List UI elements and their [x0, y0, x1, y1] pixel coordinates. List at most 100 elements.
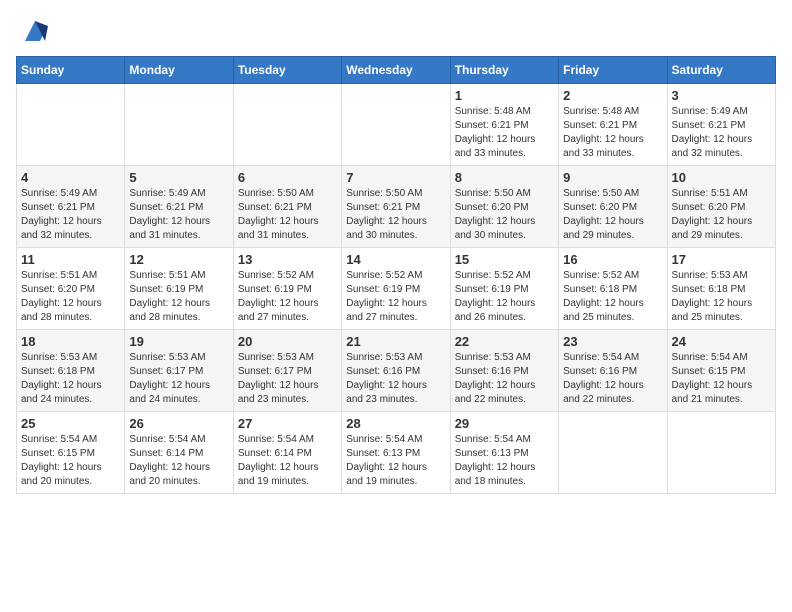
day-cell: 10 Sunrise: 5:51 AMSunset: 6:20 PMDayligh… — [667, 166, 775, 248]
day-cell: 2 Sunrise: 5:48 AMSunset: 6:21 PMDaylight… — [559, 84, 667, 166]
day-number: 7 — [346, 170, 445, 185]
day-number: 1 — [455, 88, 554, 103]
week-row-4: 25 Sunrise: 5:54 AMSunset: 6:15 PMDayligh… — [17, 412, 776, 494]
day-info: Sunrise: 5:50 AMSunset: 6:20 PMDaylight:… — [563, 187, 662, 243]
day-info: Sunrise: 5:49 AMSunset: 6:21 PMDaylight:… — [21, 187, 120, 243]
day-cell: 21 Sunrise: 5:53 AMSunset: 6:16 PMDayligh… — [342, 330, 450, 412]
day-cell: 3 Sunrise: 5:49 AMSunset: 6:21 PMDaylight… — [667, 84, 775, 166]
day-info: Sunrise: 5:49 AMSunset: 6:21 PMDaylight:… — [672, 105, 771, 161]
day-number: 11 — [21, 252, 120, 267]
day-cell: 23 Sunrise: 5:54 AMSunset: 6:16 PMDayligh… — [559, 330, 667, 412]
week-row-1: 4 Sunrise: 5:49 AMSunset: 6:21 PMDaylight… — [17, 166, 776, 248]
day-number: 27 — [238, 416, 337, 431]
day-cell — [125, 84, 233, 166]
day-number: 15 — [455, 252, 554, 267]
day-info: Sunrise: 5:54 AMSunset: 6:15 PMDaylight:… — [21, 433, 120, 489]
day-cell: 29 Sunrise: 5:54 AMSunset: 6:13 PMDayligh… — [450, 412, 558, 494]
header-cell-thursday: Thursday — [450, 57, 558, 84]
day-number: 26 — [129, 416, 228, 431]
day-cell: 25 Sunrise: 5:54 AMSunset: 6:15 PMDayligh… — [17, 412, 125, 494]
day-info: Sunrise: 5:52 AMSunset: 6:19 PMDaylight:… — [346, 269, 445, 325]
week-row-3: 18 Sunrise: 5:53 AMSunset: 6:18 PMDayligh… — [17, 330, 776, 412]
day-cell — [559, 412, 667, 494]
header-cell-monday: Monday — [125, 57, 233, 84]
day-cell: 24 Sunrise: 5:54 AMSunset: 6:15 PMDayligh… — [667, 330, 775, 412]
day-cell — [17, 84, 125, 166]
day-info: Sunrise: 5:51 AMSunset: 6:20 PMDaylight:… — [21, 269, 120, 325]
header — [16, 16, 776, 46]
day-number: 14 — [346, 252, 445, 267]
day-info: Sunrise: 5:51 AMSunset: 6:20 PMDaylight:… — [672, 187, 771, 243]
day-number: 23 — [563, 334, 662, 349]
day-info: Sunrise: 5:53 AMSunset: 6:18 PMDaylight:… — [21, 351, 120, 407]
day-cell: 11 Sunrise: 5:51 AMSunset: 6:20 PMDayligh… — [17, 248, 125, 330]
day-cell: 15 Sunrise: 5:52 AMSunset: 6:19 PMDayligh… — [450, 248, 558, 330]
day-info: Sunrise: 5:52 AMSunset: 6:19 PMDaylight:… — [238, 269, 337, 325]
day-number: 8 — [455, 170, 554, 185]
day-info: Sunrise: 5:51 AMSunset: 6:19 PMDaylight:… — [129, 269, 228, 325]
day-info: Sunrise: 5:53 AMSunset: 6:17 PMDaylight:… — [129, 351, 228, 407]
day-info: Sunrise: 5:54 AMSunset: 6:14 PMDaylight:… — [129, 433, 228, 489]
day-info: Sunrise: 5:48 AMSunset: 6:21 PMDaylight:… — [455, 105, 554, 161]
day-info: Sunrise: 5:54 AMSunset: 6:16 PMDaylight:… — [563, 351, 662, 407]
day-info: Sunrise: 5:54 AMSunset: 6:15 PMDaylight:… — [672, 351, 771, 407]
day-number: 25 — [21, 416, 120, 431]
day-number: 18 — [21, 334, 120, 349]
logo — [16, 16, 50, 46]
day-cell: 27 Sunrise: 5:54 AMSunset: 6:14 PMDayligh… — [233, 412, 341, 494]
day-info: Sunrise: 5:50 AMSunset: 6:21 PMDaylight:… — [238, 187, 337, 243]
day-info: Sunrise: 5:53 AMSunset: 6:16 PMDaylight:… — [346, 351, 445, 407]
header-row: SundayMondayTuesdayWednesdayThursdayFrid… — [17, 57, 776, 84]
day-number: 10 — [672, 170, 771, 185]
day-cell — [342, 84, 450, 166]
day-cell: 5Sunrise: 5:49 AMSunset: 6:21 PMDaylight… — [125, 166, 233, 248]
day-cell: 9Sunrise: 5:50 AMSunset: 6:20 PMDaylight… — [559, 166, 667, 248]
day-info: Sunrise: 5:50 AMSunset: 6:21 PMDaylight:… — [346, 187, 445, 243]
day-cell: 22Sunrise: 5:53 AMSunset: 6:16 PMDayligh… — [450, 330, 558, 412]
day-number: 22 — [455, 334, 554, 349]
week-row-2: 11 Sunrise: 5:51 AMSunset: 6:20 PMDayligh… — [17, 248, 776, 330]
day-cell: 6 Sunrise: 5:50 AMSunset: 6:21 PMDaylight… — [233, 166, 341, 248]
day-cell: 13 Sunrise: 5:52 AMSunset: 6:19 PMDayligh… — [233, 248, 341, 330]
day-number: 28 — [346, 416, 445, 431]
day-cell: 16 Sunrise: 5:52 AMSunset: 6:18 PMDayligh… — [559, 248, 667, 330]
day-cell: 14 Sunrise: 5:52 AMSunset: 6:19 PMDayligh… — [342, 248, 450, 330]
day-number: 2 — [563, 88, 662, 103]
day-cell: 20Sunrise: 5:53 AMSunset: 6:17 PMDayligh… — [233, 330, 341, 412]
header-cell-saturday: Saturday — [667, 57, 775, 84]
header-cell-wednesday: Wednesday — [342, 57, 450, 84]
day-info: Sunrise: 5:52 AMSunset: 6:18 PMDaylight:… — [563, 269, 662, 325]
day-cell — [667, 412, 775, 494]
day-cell: 7 Sunrise: 5:50 AMSunset: 6:21 PMDaylight… — [342, 166, 450, 248]
day-cell — [233, 84, 341, 166]
day-number: 13 — [238, 252, 337, 267]
day-number: 5 — [129, 170, 228, 185]
day-number: 3 — [672, 88, 771, 103]
day-number: 6 — [238, 170, 337, 185]
day-info: Sunrise: 5:54 AMSunset: 6:14 PMDaylight:… — [238, 433, 337, 489]
day-number: 17 — [672, 252, 771, 267]
day-number: 19 — [129, 334, 228, 349]
day-info: Sunrise: 5:52 AMSunset: 6:19 PMDaylight:… — [455, 269, 554, 325]
day-cell: 18 Sunrise: 5:53 AMSunset: 6:18 PMDayligh… — [17, 330, 125, 412]
day-info: Sunrise: 5:48 AMSunset: 6:21 PMDaylight:… — [563, 105, 662, 161]
day-info: Sunrise: 5:53 AMSunset: 6:18 PMDaylight:… — [672, 269, 771, 325]
day-cell: 4 Sunrise: 5:49 AMSunset: 6:21 PMDaylight… — [17, 166, 125, 248]
day-info: Sunrise: 5:50 AMSunset: 6:20 PMDaylight:… — [455, 187, 554, 243]
calendar-table: SundayMondayTuesdayWednesdayThursdayFrid… — [16, 56, 776, 494]
day-info: Sunrise: 5:54 AMSunset: 6:13 PMDaylight:… — [346, 433, 445, 489]
day-number: 12 — [129, 252, 228, 267]
day-number: 29 — [455, 416, 554, 431]
header-cell-tuesday: Tuesday — [233, 57, 341, 84]
day-number: 4 — [21, 170, 120, 185]
day-number: 20 — [238, 334, 337, 349]
header-cell-friday: Friday — [559, 57, 667, 84]
day-cell: 28 Sunrise: 5:54 AMSunset: 6:13 PMDayligh… — [342, 412, 450, 494]
day-cell: 19 Sunrise: 5:53 AMSunset: 6:17 PMDayligh… — [125, 330, 233, 412]
day-number: 24 — [672, 334, 771, 349]
day-cell: 8 Sunrise: 5:50 AMSunset: 6:20 PMDaylight… — [450, 166, 558, 248]
day-info: Sunrise: 5:54 AMSunset: 6:13 PMDaylight:… — [455, 433, 554, 489]
day-number: 21 — [346, 334, 445, 349]
day-number: 16 — [563, 252, 662, 267]
header-cell-sunday: Sunday — [17, 57, 125, 84]
